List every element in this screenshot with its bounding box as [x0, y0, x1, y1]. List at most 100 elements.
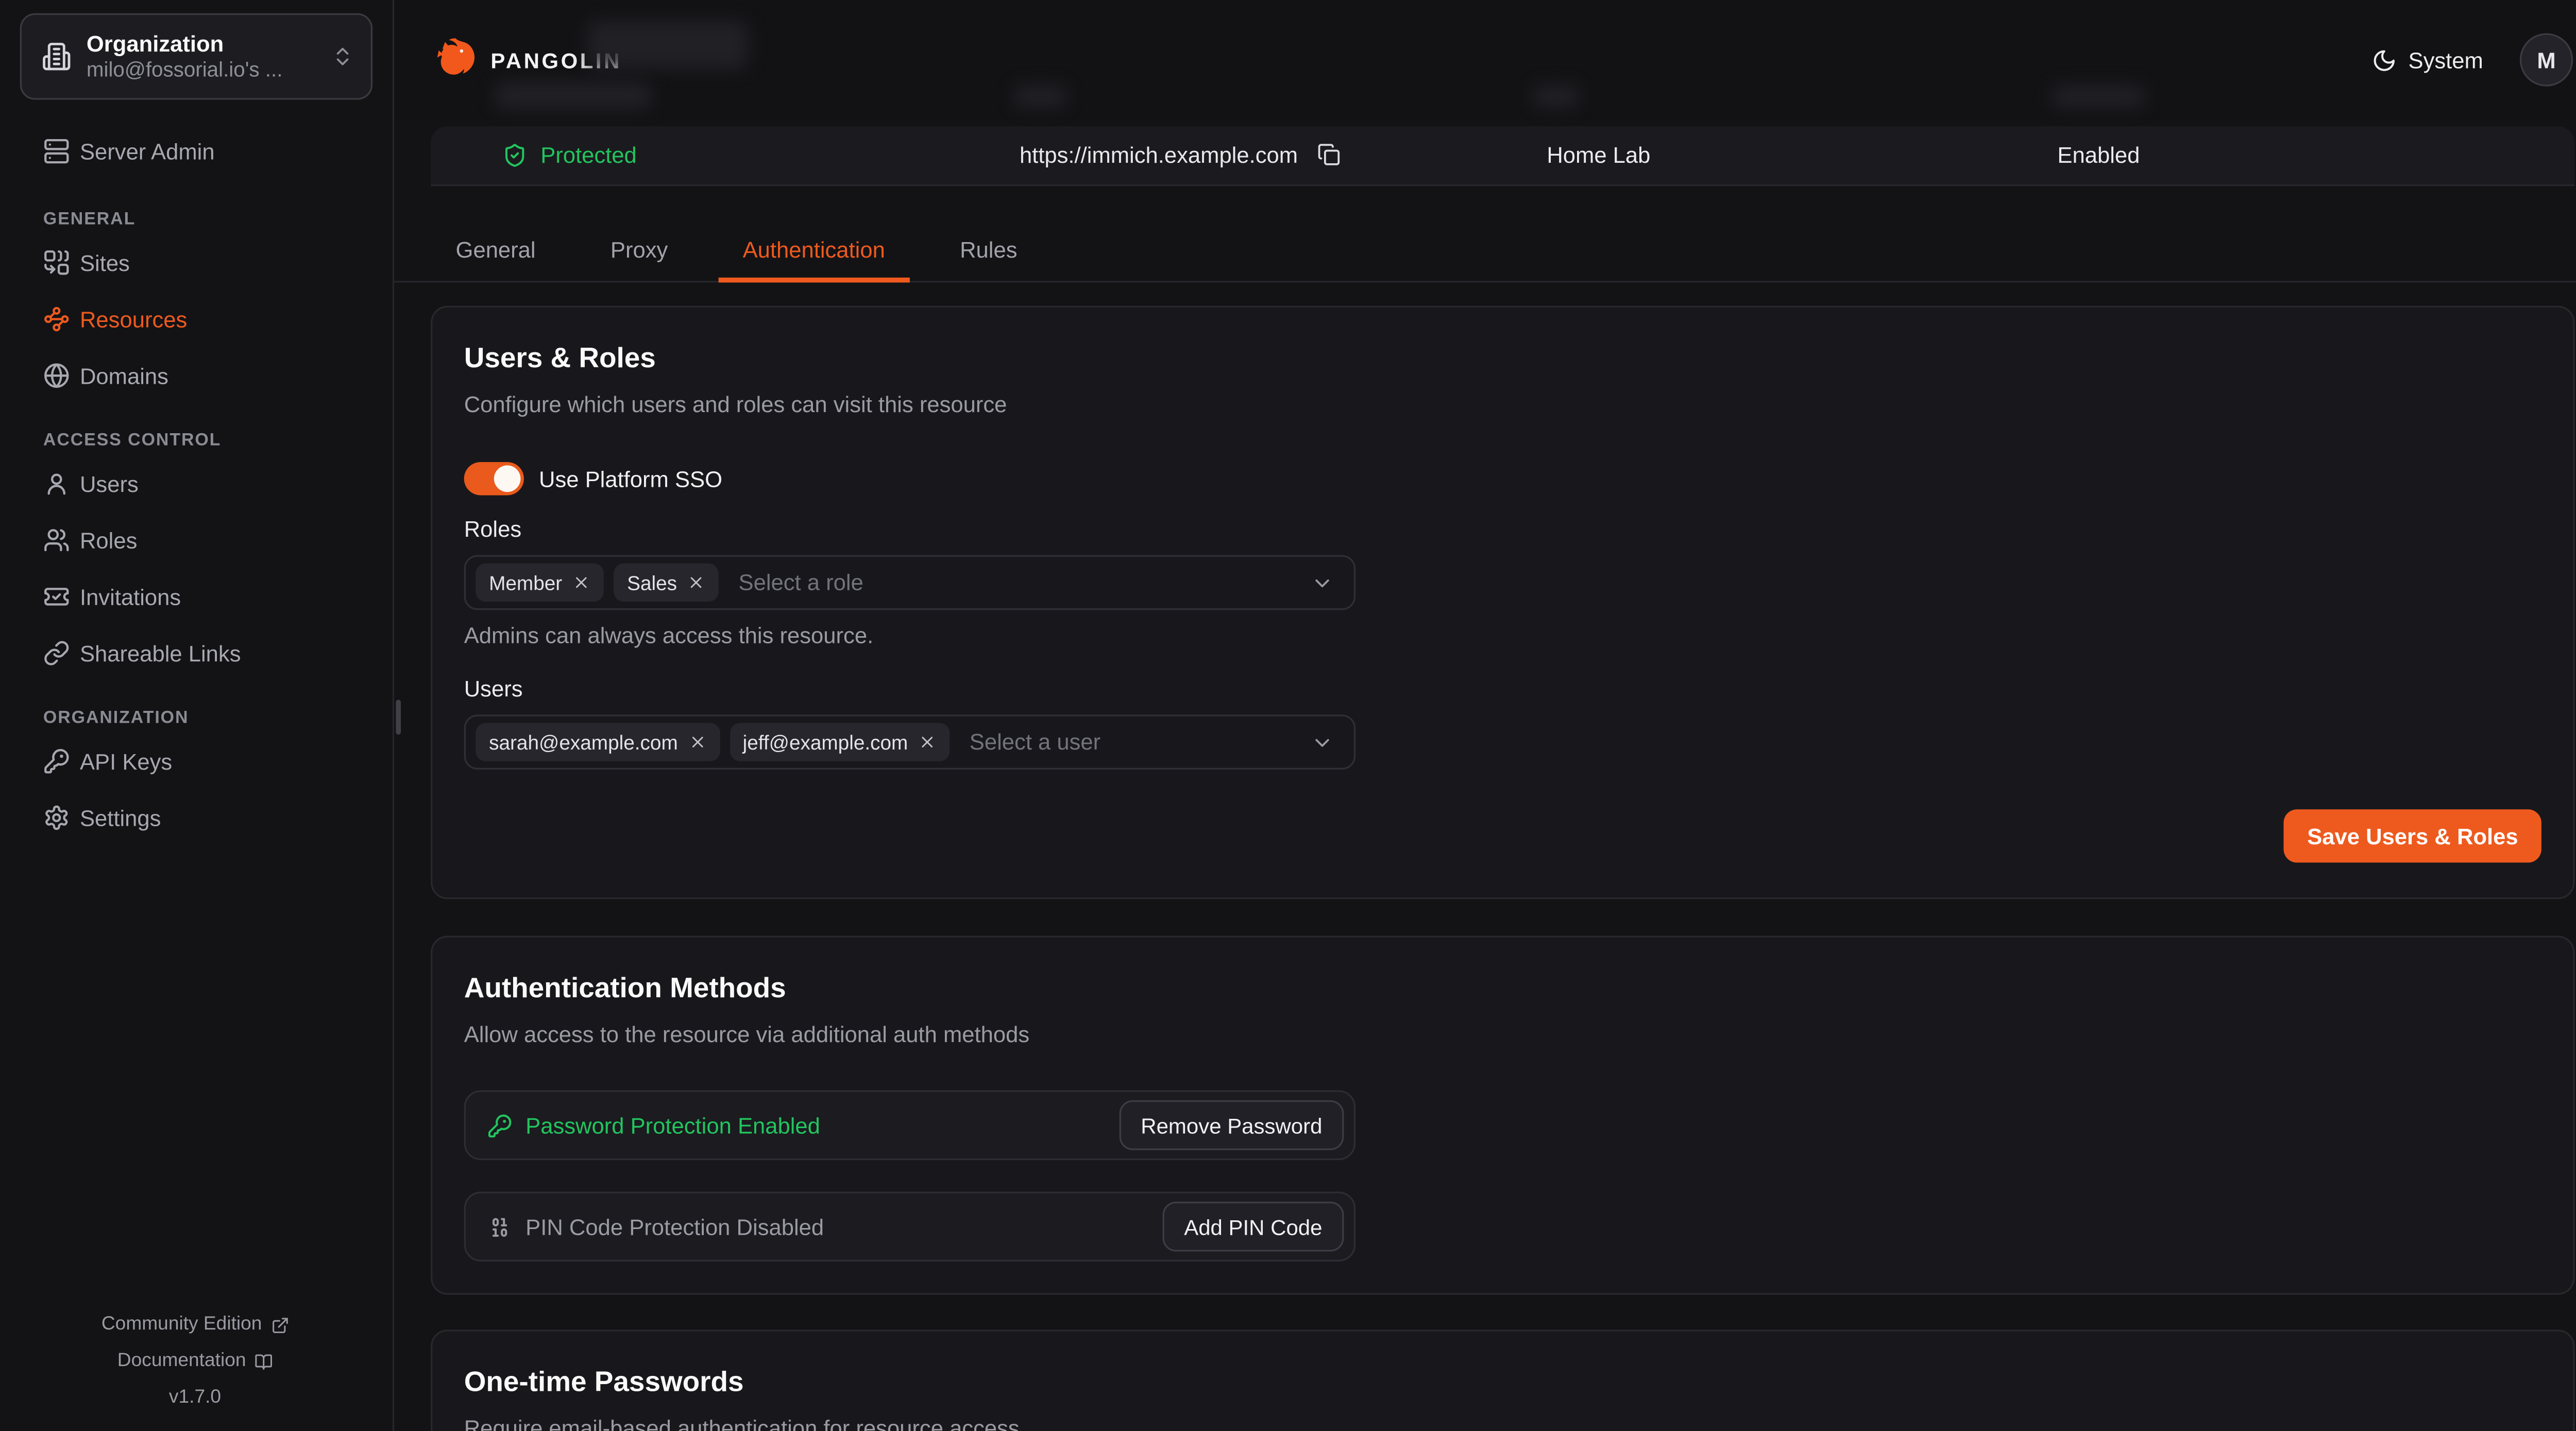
roles-multiselect[interactable]: Member Sales Select a role	[464, 555, 1355, 610]
link-icon	[43, 640, 70, 667]
sidebar-nav: Server Admin GENERAL Sites Resources	[0, 123, 392, 846]
remove-password-button[interactable]: Remove Password	[1119, 1100, 1344, 1150]
tab-rules[interactable]: Rules	[935, 221, 1042, 282]
users-roles-card: Users & Roles Configure which users and …	[431, 306, 2574, 899]
auth-methods-card: Authentication Methods Allow access to t…	[431, 936, 2574, 1295]
book-open-icon	[255, 1352, 273, 1370]
card-title: One-time Passwords	[464, 1365, 2541, 1401]
roles-placeholder: Select a role	[739, 570, 1301, 595]
resource-status: Protected	[502, 133, 637, 176]
redacted-blob	[587, 20, 749, 70]
card-title: Users & Roles	[464, 340, 2541, 377]
remove-chip-icon[interactable]	[687, 573, 705, 591]
org-switcher-text: Organization milo@fossorial.io's ...	[87, 31, 330, 82]
password-status: Password Protection Enabled	[487, 1113, 1119, 1137]
key-icon	[43, 748, 70, 775]
user-chip-label: sarah@example.com	[489, 730, 678, 754]
sidebar-item-label: API Keys	[80, 749, 172, 774]
sidebar-item-label: Resources	[80, 306, 187, 331]
redacted-blob	[1013, 85, 1068, 108]
user-chip-label: jeff@example.com	[743, 730, 908, 754]
resource-url-value: https://immich.example.com	[1020, 142, 1298, 167]
topbar-actions: System M	[2372, 0, 2573, 120]
role-chip: Member	[476, 564, 604, 602]
users-multiselect[interactable]: sarah@example.com jeff@example.com Selec…	[464, 714, 1355, 769]
admins-note: Admins can always access this resource.	[464, 623, 2541, 650]
sidebar-item-api-keys[interactable]: API Keys	[20, 733, 372, 790]
theme-label: System	[2409, 47, 2483, 72]
user-icon	[43, 470, 70, 497]
remove-chip-icon[interactable]	[572, 573, 591, 591]
password-protection-row: Password Protection Enabled Remove Passw…	[464, 1091, 1355, 1161]
resource-site: Home Lab	[1547, 133, 1650, 176]
users-field-label: Users	[464, 676, 2541, 701]
community-edition-link[interactable]: Community Edition	[101, 1313, 289, 1336]
password-status-label: Password Protection Enabled	[526, 1113, 820, 1137]
sidebar-item-shareable-links[interactable]: Shareable Links	[20, 625, 372, 682]
sidebar-item-settings[interactable]: Settings	[20, 790, 372, 846]
save-users-roles-button[interactable]: Save Users & Roles	[2284, 809, 2541, 862]
remove-chip-icon[interactable]	[688, 733, 706, 751]
sidebar-item-roles[interactable]: Roles	[20, 512, 372, 569]
sidebar-item-server-admin[interactable]: Server Admin	[20, 123, 372, 180]
ticket-check-icon	[43, 584, 70, 610]
key-icon	[487, 1113, 512, 1137]
sidebar-section-access-control: ACCESS CONTROL	[20, 431, 372, 451]
binary-icon	[487, 1214, 512, 1239]
external-link-icon	[270, 1316, 289, 1334]
tab-general[interactable]: General	[431, 221, 561, 282]
users-placeholder: Select a user	[970, 729, 1301, 754]
toggle-knob	[494, 465, 521, 492]
tab-authentication[interactable]: Authentication	[718, 221, 910, 282]
pin-status-label: PIN Code Protection Disabled	[526, 1214, 824, 1239]
save-row: Save Users & Roles	[464, 809, 2541, 862]
building-icon	[42, 42, 72, 72]
pin-status: PIN Code Protection Disabled	[487, 1214, 1162, 1239]
sidebar-item-invitations[interactable]: Invitations	[20, 568, 372, 625]
sidebar-resize-handle[interactable]	[396, 700, 401, 735]
otp-card: One-time Passwords Require email-based a…	[431, 1330, 2574, 1431]
sidebar-item-domains[interactable]: Domains	[20, 347, 372, 404]
avatar[interactable]: M	[2520, 33, 2573, 87]
card-subtitle: Allow access to the resource via additio…	[464, 1020, 2541, 1049]
card-title: Authentication Methods	[464, 970, 2541, 1007]
remove-chip-icon[interactable]	[918, 733, 937, 751]
sidebar-item-label: Domains	[80, 363, 168, 388]
pin-protection-row: PIN Code Protection Disabled Add PIN Cod…	[464, 1191, 1355, 1262]
add-pin-code-button[interactable]: Add PIN Code	[1162, 1202, 1344, 1252]
server-icon	[43, 138, 70, 165]
copy-icon[interactable]	[1318, 143, 1341, 166]
sidebar-item-label: Shareable Links	[80, 641, 241, 666]
version-label: v1.7.0	[169, 1386, 221, 1409]
sidebar-item-users[interactable]: Users	[20, 455, 372, 512]
sso-toggle-label: Use Platform SSO	[539, 466, 722, 491]
resource-site-value: Home Lab	[1547, 142, 1650, 167]
org-switcher[interactable]: Organization milo@fossorial.io's ...	[20, 13, 372, 100]
user-chip: sarah@example.com	[476, 723, 719, 761]
org-switcher-value: milo@fossorial.io's ...	[87, 57, 330, 82]
avatar-initial: M	[2537, 47, 2555, 72]
redacted-blob	[494, 81, 652, 110]
sso-toggle[interactable]	[464, 462, 524, 496]
sidebar-section-organization: ORGANIZATION	[20, 708, 372, 728]
redacted-blob	[1532, 85, 1580, 108]
chevron-down-icon	[1311, 571, 1334, 594]
sidebar-item-label: Server Admin	[80, 139, 215, 163]
tab-proxy[interactable]: Proxy	[585, 221, 692, 282]
users-icon	[43, 527, 70, 554]
sidebar-item-sites[interactable]: Sites	[20, 234, 372, 291]
waypoints-icon	[43, 306, 70, 333]
sidebar-item-label: Settings	[80, 805, 161, 830]
moon-icon	[2372, 47, 2397, 72]
documentation-label: Documentation	[117, 1350, 246, 1373]
resource-status-label: Protected	[540, 142, 637, 167]
resource-enabled: Enabled	[2057, 133, 2140, 176]
redacted-blob	[2050, 85, 2145, 108]
sidebar-item-resources[interactable]: Resources	[20, 291, 372, 348]
role-chip: Sales	[614, 564, 718, 602]
sidebar-footer: Community Edition Documentation v1.7.0	[0, 1313, 390, 1409]
sidebar-section-general: GENERAL	[20, 210, 372, 230]
documentation-link[interactable]: Documentation	[117, 1350, 273, 1373]
chevrons-up-down-icon	[330, 45, 353, 68]
theme-toggle[interactable]: System	[2372, 47, 2483, 72]
